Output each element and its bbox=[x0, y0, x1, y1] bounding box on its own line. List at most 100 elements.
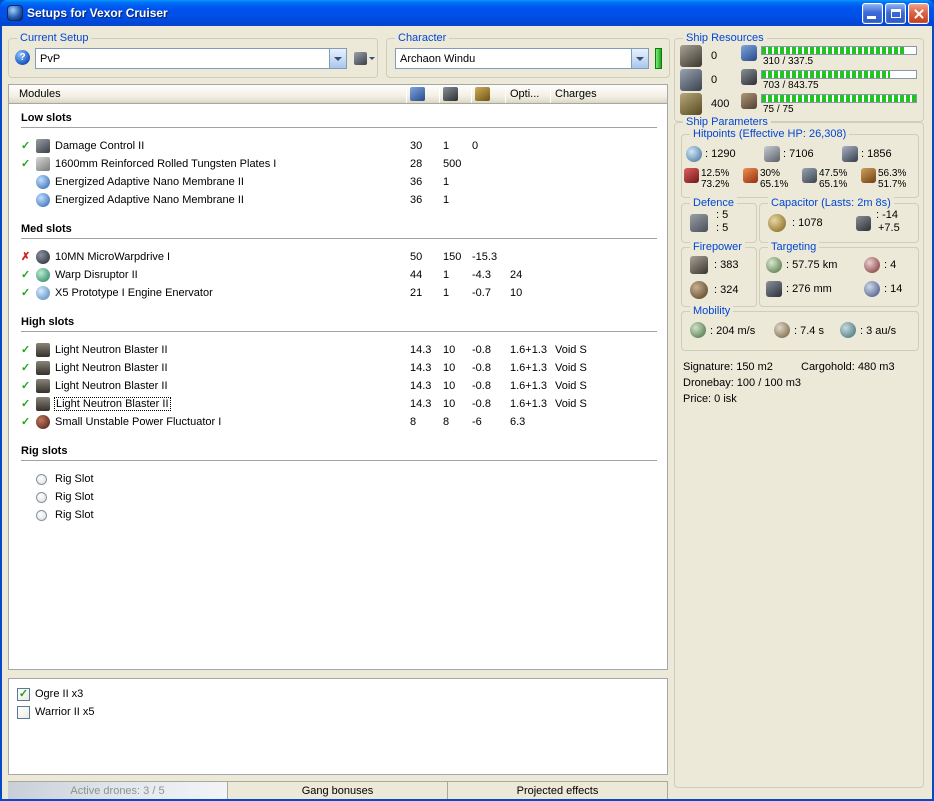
setup-combobox[interactable]: PvP bbox=[35, 48, 347, 69]
setup-value: PvP bbox=[40, 52, 61, 65]
module-row[interactable]: Energized Adaptive Nano Membrane II 36 1 bbox=[9, 174, 667, 192]
signature-value: Signature: 150 m2 bbox=[683, 361, 773, 373]
current-setup-group: Current Setup ? PvP bbox=[8, 32, 378, 78]
launcher-hardpoints-icon bbox=[680, 69, 702, 91]
close-button[interactable] bbox=[908, 2, 929, 24]
character-combo-arrow-button[interactable] bbox=[631, 49, 648, 68]
module-row[interactable]: ✓ Light Neutron Blaster II 14.3 10 -0.8 1.6+1… bbox=[9, 360, 667, 378]
structure-hp-value: : 1856 bbox=[861, 148, 892, 160]
rig-icon bbox=[36, 474, 47, 485]
drone-row[interactable]: ✓ Ogre II x3 bbox=[17, 685, 667, 703]
max-targets-icon bbox=[864, 257, 880, 273]
cpu-usage-text: 310 / 337.5 bbox=[763, 56, 814, 67]
capacitor-column-icon[interactable] bbox=[475, 87, 490, 101]
explosive-resist-values: 56.3% 51.7% bbox=[878, 168, 906, 190]
module-cpu-value: 30 bbox=[410, 140, 423, 152]
module-row[interactable]: Energized Adaptive Nano Membrane II 36 1 bbox=[9, 192, 667, 210]
drone-bandwidth-bar bbox=[761, 94, 917, 103]
module-row[interactable]: Rig Slot bbox=[9, 507, 667, 525]
window-content: Current Setup ? PvP Character Archaon Wi… bbox=[2, 26, 932, 799]
modules-panel: Modules Opti... Charges Low slots ✓ Damage… bbox=[8, 84, 668, 670]
projected-effects-tab[interactable]: Projected effects bbox=[448, 782, 668, 799]
cpu-column-icon[interactable] bbox=[410, 87, 425, 101]
targeting-group: Targeting : 57.75 km : 4 : 276 mm : 14 bbox=[759, 241, 919, 307]
drone-bandwidth-icon bbox=[741, 93, 757, 109]
membrane-icon bbox=[36, 193, 50, 207]
price-value: Price: 0 isk bbox=[683, 393, 737, 405]
tools-icon bbox=[353, 52, 367, 65]
module-powergrid-value: 1 bbox=[443, 194, 450, 206]
module-row[interactable]: Rig Slot bbox=[9, 471, 667, 489]
setup-combo-arrow-button[interactable] bbox=[329, 49, 346, 68]
minimize-button[interactable] bbox=[862, 2, 883, 24]
character-combobox[interactable]: Archaon Windu bbox=[395, 48, 649, 69]
calibration: 400 bbox=[680, 92, 729, 116]
rig-icon bbox=[36, 492, 47, 503]
module-name: Light Neutron Blaster II bbox=[55, 362, 168, 374]
module-name: 1600mm Reinforced Rolled Tungsten Plates… bbox=[55, 158, 277, 170]
charges-column-header[interactable]: Charges bbox=[555, 88, 597, 100]
module-row[interactable]: ✗ 10MN MicroWarpdrive I 50 150 -15.3 bbox=[9, 249, 667, 267]
drone-checkbox[interactable] bbox=[17, 705, 30, 719]
module-cpu-value: 14.3 bbox=[410, 398, 432, 410]
modules-table-header[interactable]: Modules Opti... Charges bbox=[9, 85, 667, 104]
slot-section-title: Med slots bbox=[21, 223, 657, 239]
mobility-group: Mobility : 204 m/s : 7.4 s : 3 au/s bbox=[681, 305, 919, 351]
module-row[interactable]: ✓ Small Unstable Power Fluctuator I 8 8 -6 6.… bbox=[9, 414, 667, 432]
maximize-button[interactable] bbox=[885, 2, 906, 24]
kinetic-resist-values: 47.5% 65.1% bbox=[819, 168, 847, 190]
module-optimal-value: 1.6+1.3 bbox=[510, 362, 548, 374]
calibration-icon bbox=[680, 93, 702, 115]
module-row[interactable]: ✓ Light Neutron Blaster II 14.3 10 -0.8 1.6+1… bbox=[9, 378, 667, 396]
warp-disruptor-icon bbox=[36, 268, 50, 282]
module-cap-value: 0 bbox=[472, 140, 479, 152]
module-row[interactable]: ✓ Light Neutron Blaster II 14.3 10 -0.8 1.6+1… bbox=[9, 342, 667, 360]
module-cpu-value: 44 bbox=[410, 269, 423, 281]
defence-top-value: : 5 bbox=[716, 209, 729, 221]
module-row[interactable]: ✓ Light Neutron Blaster II 14.3 10 -0.8 1.6+1… bbox=[9, 396, 667, 414]
targeting-range-icon bbox=[766, 257, 782, 273]
gang-bonuses-tab[interactable]: Gang bonuses bbox=[228, 782, 448, 799]
drone-checkbox[interactable]: ✓ bbox=[17, 687, 30, 701]
em-resist-icon bbox=[684, 168, 699, 183]
help-icon[interactable]: ? bbox=[15, 50, 30, 65]
module-active-check-icon: ✓ bbox=[21, 287, 31, 299]
module-row[interactable]: ✓ X5 Prototype I Engine Enervator 21 1 -0.7 1… bbox=[9, 285, 667, 303]
chevron-down-icon bbox=[636, 56, 644, 61]
drone-name: Warrior II x5 bbox=[35, 706, 95, 718]
ship-parameters-group: Ship Parameters Hitpoints (Effective HP:… bbox=[674, 116, 924, 788]
module-name: 10MN MicroWarpdrive I bbox=[55, 251, 171, 263]
hitpoints-label: Hitpoints (Effective HP: 26,308) bbox=[690, 128, 850, 141]
chevron-down-icon bbox=[334, 56, 342, 61]
modules-column-header[interactable]: Modules bbox=[19, 88, 61, 100]
armor-hp-value: : 7106 bbox=[783, 148, 814, 160]
module-cap-value: -4.3 bbox=[472, 269, 491, 281]
explosive-resist-top: 56.3% bbox=[878, 168, 907, 179]
thermal-resist: 30% 65.1% bbox=[743, 168, 802, 190]
thermal-resist-values: 30% 65.1% bbox=[760, 168, 788, 190]
module-row[interactable]: ✓ Damage Control II 30 1 0 bbox=[9, 138, 667, 156]
module-optimal-value: 1.6+1.3 bbox=[510, 398, 548, 410]
module-powergrid-value: 8 bbox=[443, 416, 450, 428]
active-drones-status[interactable]: Active drones: 3 / 5 bbox=[8, 782, 228, 799]
drone-row[interactable]: Warrior II x5 bbox=[17, 703, 667, 721]
character-group: Character Archaon Windu bbox=[386, 32, 670, 78]
module-name: Light Neutron Blaster II bbox=[55, 344, 168, 356]
module-row[interactable]: ✓ Warp Disruptor II 44 1 -4.3 24 bbox=[9, 267, 667, 285]
optimal-column-header[interactable]: Opti... bbox=[510, 88, 539, 100]
kinetic-resist-icon bbox=[802, 168, 817, 183]
titlebar[interactable]: Setups for Vexor Cruiser bbox=[0, 0, 934, 26]
module-row[interactable]: ✓ 1600mm Reinforced Rolled Tungsten Plate… bbox=[9, 156, 667, 174]
setup-tools-button[interactable] bbox=[351, 48, 377, 69]
module-cap-value: -6 bbox=[472, 416, 482, 428]
powergrid-column-icon[interactable] bbox=[443, 87, 458, 101]
module-powergrid-value: 1 bbox=[443, 140, 450, 152]
mwd-icon bbox=[36, 250, 50, 264]
module-optimal-value: 1.6+1.3 bbox=[510, 380, 548, 392]
firepower-group: Firepower : 383 : 324 bbox=[681, 241, 757, 307]
module-name: Warp Disruptor II bbox=[55, 269, 138, 281]
defence-bottom-value: : 5 bbox=[716, 222, 729, 234]
module-active-check-icon: ✓ bbox=[21, 380, 31, 392]
module-row[interactable]: Rig Slot bbox=[9, 489, 667, 507]
launcher-hardpoints: 0 bbox=[680, 68, 729, 92]
